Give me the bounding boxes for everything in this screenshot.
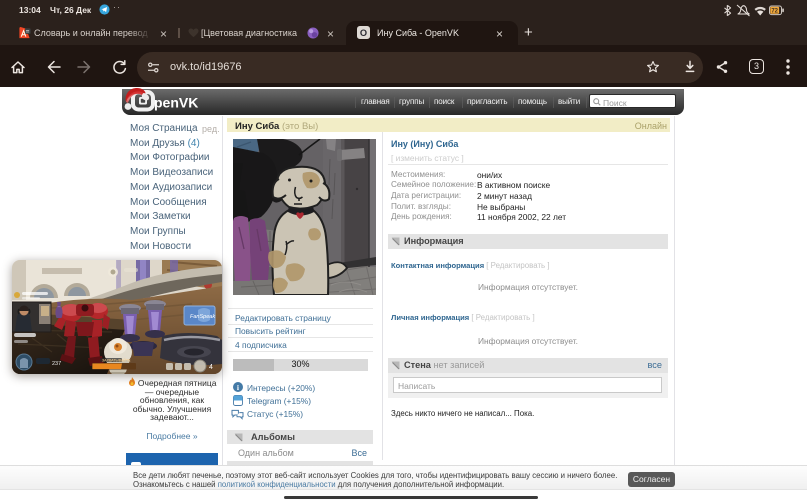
svg-text:4: 4 <box>209 364 213 371</box>
svg-text:ЗАХВАТЫВАЙТЕ: ЗАХВАТЫВАЙТЕ <box>102 359 131 363</box>
svg-text:penVK: penVK <box>154 95 198 111</box>
svg-text:72: 72 <box>771 8 778 14</box>
svg-text:O: O <box>360 28 367 38</box>
svg-text:237: 237 <box>52 361 61 367</box>
svg-text:FanSpeak: FanSpeak <box>190 314 215 320</box>
